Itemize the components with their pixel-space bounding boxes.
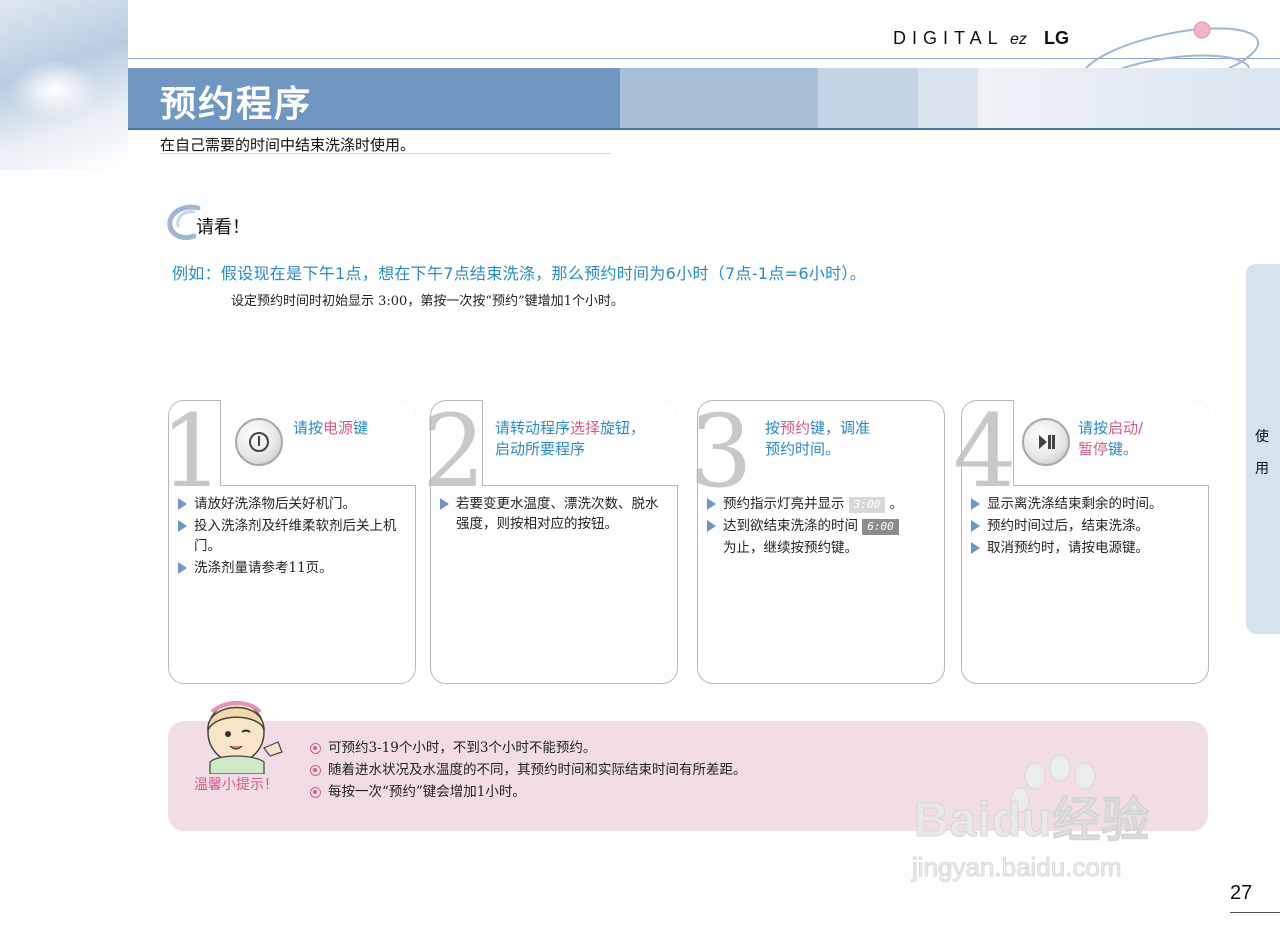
brand-digital: DIGITAL [893,28,1004,48]
example-text: 例如：假设现在是下午1点，想在下午7点结束洗涤，那么预约时间为6小时（7点-1点… [172,264,867,283]
step-item: 显示离洗涤结束剩余的时间。 [969,494,1201,514]
tip-item: 可预约3-19个小时，不到3个小时不能预约。 [310,737,747,759]
title-band-rule [128,128,1280,130]
example-subtext: 设定预约时间时初始显示 3:00，第按一次按“预约”键增加1个小时。 [231,294,624,309]
brand-logo: DIGITAL ez LG [893,28,1069,49]
corner-decoration [0,0,128,170]
circle-bullet-icon [310,765,321,776]
step-header: 请按电源键 [220,400,416,486]
triangle-bullet-icon [178,498,187,510]
step-body: 显示离洗涤结束剩余的时间。 预约时间过后，结束洗涤。 取消预约时，请按电源键。 [969,494,1201,560]
step-item: 达到欲结束洗涤的时间 6:00 [705,516,937,536]
triangle-bullet-icon [178,562,187,574]
step-item: 预约指示灯亮并显示 3:00 。 [705,494,937,514]
tip-item: 每按一次“预约”键会增加1小时。 [310,781,747,803]
step-item: 若要变更水温度、漂洗次数、脱水强度，则按相对应的按钮。 [438,494,670,534]
triangle-bullet-icon [971,542,980,554]
step-card-3: 3 按预约键，调准 预约时间。 预约指示灯亮并显示 3:00 。 达到欲结束洗涤… [689,400,945,684]
step-item: 投入洗涤剂及纤维柔软剂后关上机门。 [176,516,408,556]
step-body: 预约指示灯亮并显示 3:00 。 达到欲结束洗涤的时间 6:00 为止，继续按预… [705,494,937,558]
page-number-rule [1230,912,1280,913]
step-header: 请按启动/ 暂停键。 [1013,400,1209,486]
step-header: 请转动程序选择旋钮， 启动所要程序 [482,400,678,486]
step-card-2: 2 请转动程序选择旋钮， 启动所要程序 若要变更水温度、漂洗次数、脱水强度，则按… [422,400,678,684]
cartoon-girl-icon [207,701,283,774]
watermark-text: Baidu经验 [913,794,1151,848]
triangle-bullet-icon [971,498,980,510]
page-subtitle: 在自己需要的时间中结束洗涤时使用。 [160,136,416,154]
step-item: 预约时间过后，结束洗涤。 [969,516,1201,536]
brand-ez: ez [1010,31,1027,48]
circle-bullet-icon [310,743,321,754]
page-number: 27 [1230,882,1253,904]
step-item: 请放好洗涤物后关好机门。 [176,494,408,514]
step-card-1: 1 请按电源键 请放好洗涤物后关好机门。 投入洗涤剂及纤维柔软剂后关上机门。 洗… [160,400,416,684]
step-header-text: 按预约键，调准 预约时间。 [765,419,871,458]
subtitle-rule [160,153,610,154]
start-pause-button-icon [1022,418,1070,466]
step-body: 请放好洗涤物后关好机门。 投入洗涤剂及纤维柔软剂后关上机门。 洗涤剂量请参考11… [176,494,408,580]
step-header-text: 请转动程序选择旋钮， 启动所要程序 [495,419,646,458]
side-tab-char: 使 [1255,429,1269,445]
triangle-bullet-icon [440,498,449,510]
tips-label: 温馨小提示！ [194,777,278,793]
tips-list: 可预约3-19个小时，不到3个小时不能预约。 随着进水状况及水温度的不同，其预约… [310,737,747,803]
step-item: 洗涤剂量请参考11页。 [176,558,408,578]
step-header: 按预约键，调准 预约时间。 [757,400,953,486]
triangle-bullet-icon [178,520,187,532]
power-button-icon [235,418,283,466]
page-title: 预约程序 [160,84,313,125]
circle-bullet-icon [310,787,321,798]
triangle-bullet-icon [707,498,716,510]
step-item-continuation: 为止，继续按预约键。 [723,540,858,556]
step-card-4: 4 请按启动/ 暂停键。 显示离洗涤结束剩余的时间。 预约时间过后，结束洗涤。 … [953,400,1209,684]
step-body: 若要变更水温度、漂洗次数、脱水强度，则按相对应的按钮。 [438,494,670,536]
step-header-text: 请按电源键 [293,419,369,437]
notice-title: 请看！ [196,217,250,238]
side-tab-char: 用 [1255,461,1269,477]
tip-item: 随着进水状况及水温度的不同，其预约时间和实际结束时间有所差距。 [310,759,747,781]
step-item: 取消预约时，请按电源键。 [969,538,1201,558]
lcd-display-3-00: 3:00 [848,496,886,513]
watermark-url: jingyan.baidu.com [912,852,1123,883]
step-header-text: 请按启动/ 暂停键。 [1078,419,1144,458]
lcd-display-6-00: 6:00 [862,518,899,535]
triangle-bullet-icon [707,520,716,532]
side-tab-usage[interactable]: 使 用 [1246,264,1280,634]
triangle-bullet-icon [971,520,980,532]
